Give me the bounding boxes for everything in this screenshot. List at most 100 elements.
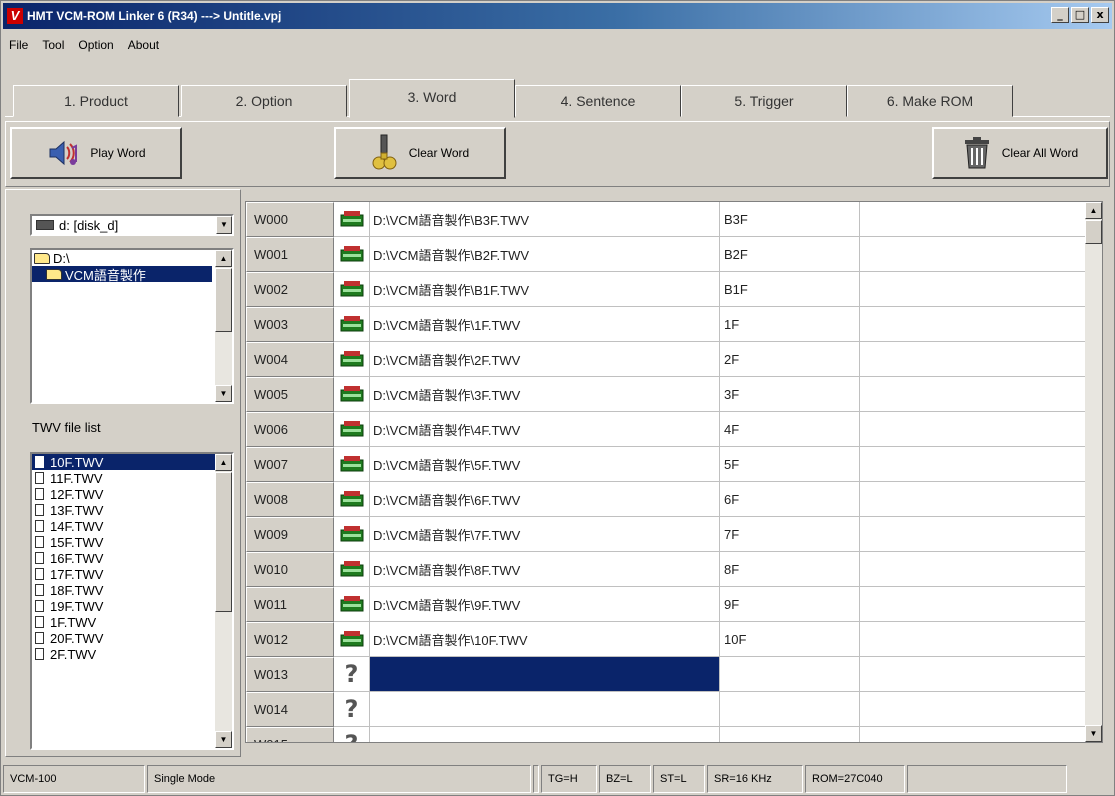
word-extra-cell[interactable] [860, 202, 1087, 237]
file-list-item[interactable]: 11F.TWV [32, 470, 232, 486]
scroll-down-icon[interactable]: ▼ [1085, 725, 1102, 742]
word-table-scrollbar[interactable]: ▲ ▼ [1085, 202, 1102, 742]
word-path-cell[interactable] [370, 727, 720, 742]
word-name-cell[interactable]: 10F [720, 622, 860, 657]
menu-about[interactable]: About [128, 38, 159, 52]
chevron-down-icon[interactable]: ▼ [216, 216, 232, 234]
word-id-cell[interactable]: W010 [246, 552, 334, 587]
file-list-item[interactable]: 14F.TWV [32, 518, 232, 534]
file-list-item[interactable]: 20F.TWV [32, 630, 232, 646]
word-extra-cell[interactable] [860, 377, 1087, 412]
word-id-cell[interactable]: W004 [246, 342, 334, 377]
directory-list[interactable]: D:\ VCM語音製作 ▲ ▼ [30, 248, 234, 404]
file-list-item[interactable]: 1F.TWV [32, 614, 232, 630]
word-status-cell[interactable] [334, 342, 370, 377]
word-name-cell[interactable] [720, 692, 860, 727]
minimize-button[interactable]: _ [1051, 7, 1069, 23]
table-row[interactable]: W002 D:\VCM語音製作\B1F.TWV B1F [246, 272, 1087, 307]
word-extra-cell[interactable] [860, 517, 1087, 552]
word-name-cell[interactable]: B3F [720, 202, 860, 237]
table-row[interactable]: W010 D:\VCM語音製作\8F.TWV 8F [246, 552, 1087, 587]
clear-all-word-button[interactable]: Clear All Word [932, 127, 1108, 179]
word-path-cell[interactable]: D:\VCM語音製作\9F.TWV [370, 587, 720, 622]
word-name-cell[interactable]: 2F [720, 342, 860, 377]
tab-trigger[interactable]: 5. Trigger [681, 85, 847, 117]
file-list[interactable]: 10F.TWV 11F.TWV 12F.TWV 13F.TWV 14F.TWV 15F.T… [30, 452, 234, 750]
directory-scrollbar[interactable]: ▲ ▼ [215, 250, 232, 402]
word-path-cell[interactable]: D:\VCM語音製作\B3F.TWV [370, 202, 720, 237]
word-name-cell[interactable]: B1F [720, 272, 860, 307]
word-path-cell[interactable]: D:\VCM語音製作\B1F.TWV [370, 272, 720, 307]
word-status-cell[interactable] [334, 377, 370, 412]
table-row[interactable]: W008 D:\VCM語音製作\6F.TWV 6F [246, 482, 1087, 517]
word-status-cell[interactable] [334, 517, 370, 552]
tab-make-rom[interactable]: 6. Make ROM [847, 85, 1013, 117]
word-id-cell[interactable]: W011 [246, 587, 334, 622]
scroll-thumb[interactable] [1085, 220, 1102, 244]
file-list-scrollbar[interactable]: ▲ ▼ [215, 454, 232, 748]
word-extra-cell[interactable] [860, 412, 1087, 447]
scroll-up-icon[interactable]: ▲ [1085, 202, 1102, 219]
word-path-cell[interactable] [370, 692, 720, 727]
word-id-cell[interactable]: W006 [246, 412, 334, 447]
word-extra-cell[interactable] [860, 622, 1087, 657]
word-path-cell[interactable]: D:\VCM語音製作\7F.TWV [370, 517, 720, 552]
table-row[interactable]: W009 D:\VCM語音製作\7F.TWV 7F [246, 517, 1087, 552]
file-list-item[interactable]: 12F.TWV [32, 486, 232, 502]
scroll-up-icon[interactable]: ▲ [215, 454, 232, 471]
tab-product[interactable]: 1. Product [13, 85, 179, 117]
scroll-thumb[interactable] [215, 268, 232, 332]
word-extra-cell[interactable] [860, 237, 1087, 272]
word-id-cell[interactable]: W002 [246, 272, 334, 307]
title-bar[interactable]: V HMT VCM-ROM Linker 6 (R34) ---> Untitl… [3, 3, 1112, 29]
word-status-cell[interactable] [334, 447, 370, 482]
word-status-cell[interactable] [334, 307, 370, 342]
word-extra-cell[interactable] [860, 552, 1087, 587]
word-name-cell[interactable]: 7F [720, 517, 860, 552]
word-status-cell[interactable] [334, 587, 370, 622]
word-id-cell[interactable]: W005 [246, 377, 334, 412]
file-list-item[interactable]: 10F.TWV [32, 454, 215, 470]
word-name-cell[interactable]: 6F [720, 482, 860, 517]
scroll-thumb[interactable] [215, 472, 232, 612]
word-path-cell[interactable] [370, 657, 720, 692]
file-list-item[interactable]: 2F.TWV [32, 646, 232, 662]
word-id-cell[interactable]: W000 [246, 202, 334, 237]
file-list-item[interactable]: 18F.TWV [32, 582, 232, 598]
table-row[interactable]: W011 D:\VCM語音製作\9F.TWV 9F [246, 587, 1087, 622]
word-status-cell[interactable] [334, 202, 370, 237]
word-name-cell[interactable]: 3F [720, 377, 860, 412]
word-path-cell[interactable]: D:\VCM語音製作\8F.TWV [370, 552, 720, 587]
word-name-cell[interactable]: 1F [720, 307, 860, 342]
word-status-cell[interactable] [334, 412, 370, 447]
word-name-cell[interactable] [720, 727, 860, 742]
word-name-cell[interactable]: 8F [720, 552, 860, 587]
table-row[interactable]: W001 D:\VCM語音製作\B2F.TWV B2F [246, 237, 1087, 272]
table-row[interactable]: W000 D:\VCM語音製作\B3F.TWV B3F [246, 202, 1087, 237]
clear-word-button[interactable]: Clear Word [334, 127, 506, 179]
word-status-cell[interactable] [334, 622, 370, 657]
word-path-cell[interactable]: D:\VCM語音製作\10F.TWV [370, 622, 720, 657]
word-status-cell[interactable]: ? [334, 692, 370, 727]
word-status-cell[interactable] [334, 272, 370, 307]
word-extra-cell[interactable] [860, 342, 1087, 377]
scroll-down-icon[interactable]: ▼ [215, 731, 232, 748]
word-id-cell[interactable]: W014 [246, 692, 334, 727]
word-extra-cell[interactable] [860, 272, 1087, 307]
word-id-cell[interactable]: W007 [246, 447, 334, 482]
word-status-cell[interactable] [334, 237, 370, 272]
table-row[interactable]: W005 D:\VCM語音製作\3F.TWV 3F [246, 377, 1087, 412]
table-row[interactable]: W003 D:\VCM語音製作\1F.TWV 1F [246, 307, 1087, 342]
word-extra-cell[interactable] [860, 447, 1087, 482]
file-list-item[interactable]: 15F.TWV [32, 534, 232, 550]
word-extra-cell[interactable] [860, 657, 1087, 692]
file-list-item[interactable]: 13F.TWV [32, 502, 232, 518]
word-extra-cell[interactable] [860, 482, 1087, 517]
word-status-cell[interactable] [334, 552, 370, 587]
word-extra-cell[interactable] [860, 307, 1087, 342]
table-row[interactable]: W012 D:\VCM語音製作\10F.TWV 10F [246, 622, 1087, 657]
word-name-cell[interactable] [720, 657, 860, 692]
table-row[interactable]: W014? [246, 692, 1087, 727]
word-id-cell[interactable]: W008 [246, 482, 334, 517]
word-status-cell[interactable] [334, 482, 370, 517]
